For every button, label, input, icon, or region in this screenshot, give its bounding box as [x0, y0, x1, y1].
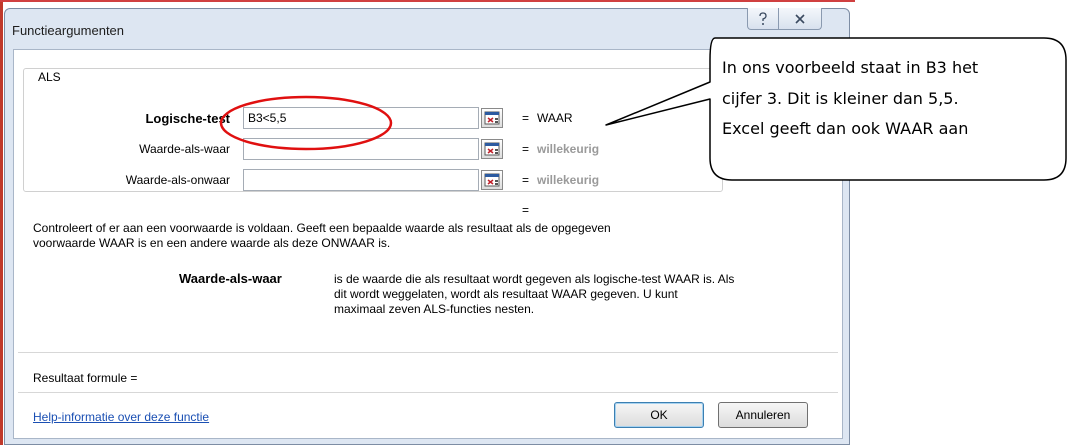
highlight-ellipse	[219, 95, 393, 151]
callout-line-2: cijfer 3. Dit is kleiner dan 5,5.	[722, 89, 959, 108]
callout-line-1: In ons voorbeeld staat in B3 het	[722, 58, 979, 77]
callout-line-3: Excel geeft dan ook WAAR aan	[722, 119, 969, 138]
